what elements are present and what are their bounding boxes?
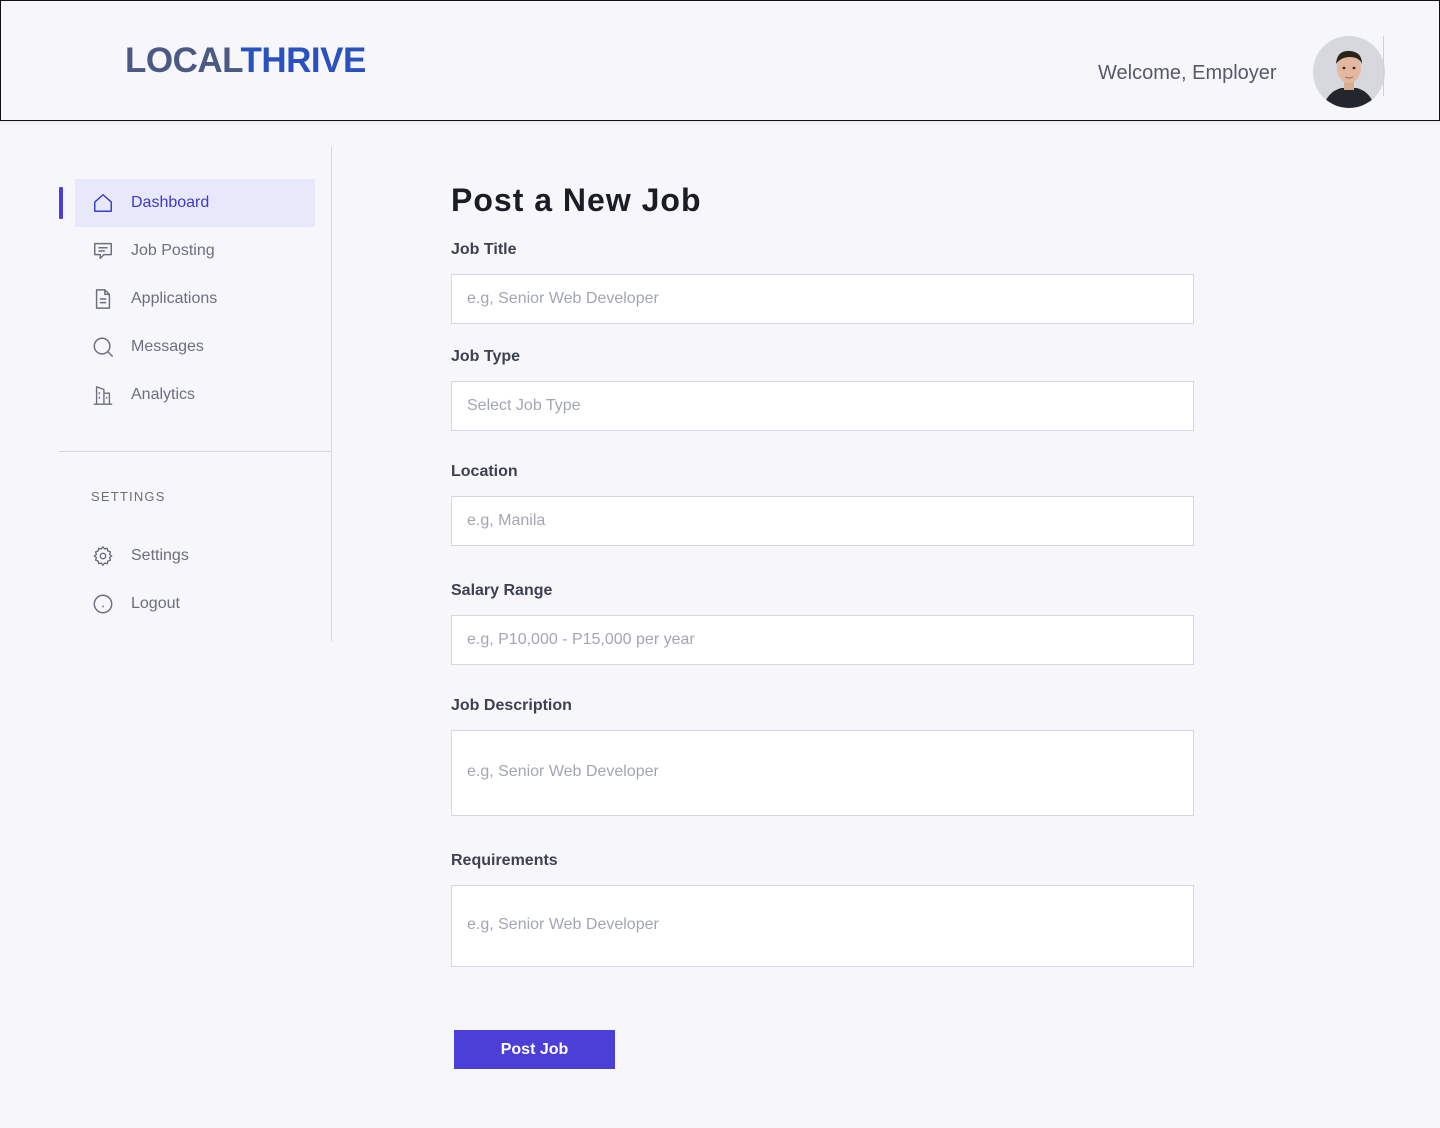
sidebar-item-job-posting[interactable]: Job Posting — [75, 227, 315, 275]
requirements-label: Requirements — [451, 852, 558, 869]
page-title: Post a New Job — [451, 182, 702, 218]
settings-heading: SETTINGS — [91, 489, 166, 504]
brand-logo[interactable]: LOCALTHRIVE — [125, 41, 366, 81]
welcome-text: Welcome, Employer — [1098, 62, 1277, 84]
sidebar-item-messages[interactable]: Messages — [75, 323, 315, 371]
sidebar-item-label: Analytics — [131, 386, 196, 403]
sidebar-item-label: Applications — [131, 290, 218, 307]
user-avatar[interactable] — [1313, 36, 1385, 108]
header-divider — [1383, 36, 1384, 96]
logo-text-thrive: THRIVE — [240, 41, 366, 80]
sidebar-item-applications[interactable]: Applications — [75, 275, 315, 323]
location-input[interactable] — [451, 496, 1194, 546]
sidebar-border — [331, 147, 332, 641]
sidebar-item-logout[interactable]: Logout — [75, 580, 315, 628]
job-title-label: Job Title — [451, 241, 517, 258]
home-icon — [91, 191, 115, 215]
location-label: Location — [451, 463, 518, 480]
sidebar-item-label: Job Posting — [131, 242, 215, 259]
job-description-label: Job Description — [451, 697, 572, 714]
sidebar-item-analytics[interactable]: Analytics — [75, 371, 315, 419]
sidebar-item-label: Logout — [131, 595, 180, 612]
job-type-select[interactable] — [451, 381, 1194, 431]
circle-icon — [91, 592, 115, 616]
sidebar-divider — [59, 451, 331, 452]
message-square-icon — [91, 239, 115, 263]
active-indicator — [59, 187, 63, 219]
sidebar-item-label: Settings — [131, 547, 189, 564]
salary-range-label: Salary Range — [451, 582, 553, 599]
gear-icon — [91, 544, 115, 568]
document-icon — [91, 287, 115, 311]
sidebar-item-label: Messages — [131, 338, 204, 355]
sidebar-item-label: Dashboard — [131, 194, 210, 211]
salary-range-input[interactable] — [451, 615, 1194, 665]
post-job-button[interactable]: Post Job — [454, 1030, 615, 1069]
header-shadow — [0, 121, 1440, 127]
job-title-input[interactable] — [451, 274, 1194, 324]
top-header: LOCALTHRIVE Welcome, Employer — [0, 0, 1440, 121]
job-description-textarea[interactable] — [451, 730, 1194, 816]
logo-text-local: LOCAL — [125, 41, 241, 80]
sidebar-item-dashboard[interactable]: Dashboard — [75, 179, 315, 227]
sidebar-item-settings[interactable]: Settings — [75, 532, 315, 580]
requirements-textarea[interactable] — [451, 885, 1194, 967]
search-icon — [91, 335, 115, 359]
job-type-label: Job Type — [451, 348, 521, 365]
building-icon — [91, 383, 115, 407]
